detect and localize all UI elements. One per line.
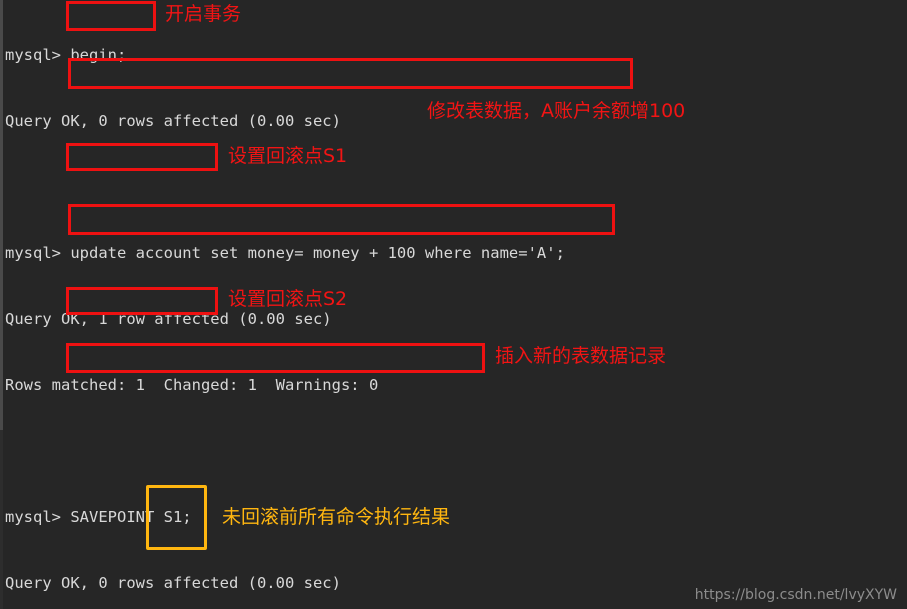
annotation-insert: 插入新的表数据记录	[495, 345, 667, 367]
terminal-line: Query OK, 1 row affected (0.00 sec)	[5, 310, 332, 328]
terminal-scrollbar-thumb[interactable]	[0, 0, 3, 430]
annotation-savepoint1: 设置回滚点S1	[228, 145, 348, 167]
terminal-output[interactable]: mysql> begin; Query OK, 0 rows affected …	[5, 0, 905, 609]
terminal-line: mysql> begin;	[5, 46, 127, 64]
annotation-update-a: 修改表数据，A账户余额增100	[427, 100, 686, 122]
terminal-line: mysql> SAVEPOINT S1;	[5, 508, 192, 526]
terminal-line: Rows matched: 1 Changed: 1 Warnings: 0	[5, 376, 379, 394]
terminal-line: mysql> update account set money= money +…	[5, 244, 565, 262]
terminal-window: mysql> begin; Query OK, 0 rows affected …	[0, 0, 907, 609]
annotation-result: 未回滚前所有命令执行结果	[222, 506, 451, 528]
watermark: https://blog.csdn.net/lvyXYW	[694, 587, 897, 603]
annotation-begin: 开启事务	[165, 3, 242, 25]
annotation-savepoint2: 设置回滚点S2	[228, 288, 348, 310]
terminal-scrollbar[interactable]	[0, 0, 3, 609]
